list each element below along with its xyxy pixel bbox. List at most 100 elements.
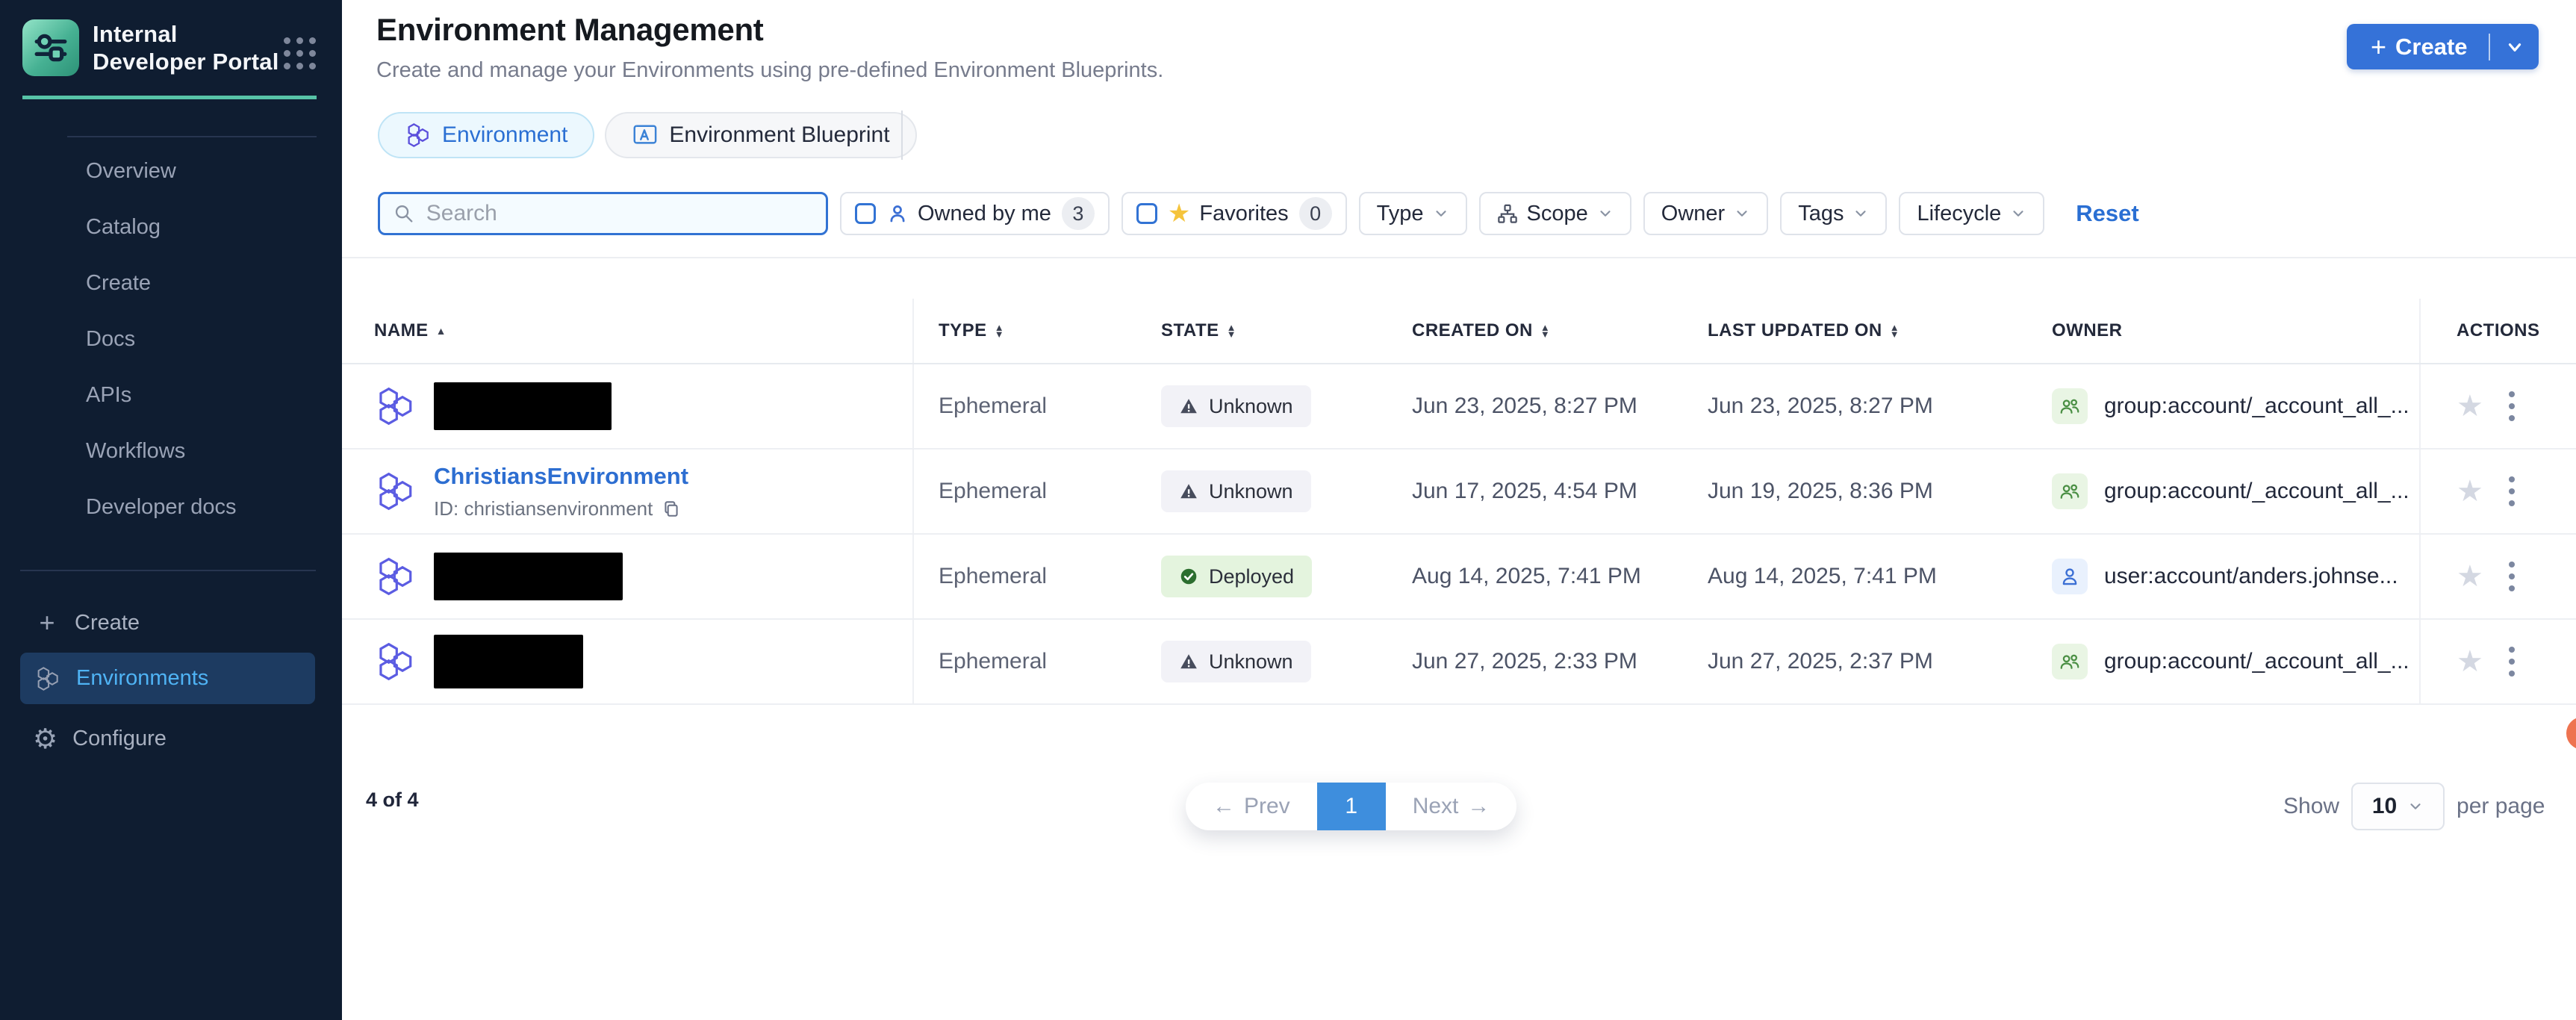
row-menu-icon[interactable]	[2509, 559, 2515, 594]
column-header-created-on[interactable]: CREATED ON ▲▼	[1389, 299, 1684, 363]
sort-asc-icon: ▲	[436, 325, 447, 337]
owner-filter-dropdown[interactable]: Owner	[1643, 192, 1768, 235]
create-button-label: Create	[2395, 34, 2468, 60]
type-filter-dropdown[interactable]: Type	[1359, 192, 1467, 235]
created-on-value: Jun 27, 2025, 2:33 PM	[1412, 649, 1637, 674]
type-value: Ephemeral	[939, 649, 1047, 674]
row-menu-icon[interactable]	[2509, 388, 2515, 424]
tags-filter-dropdown[interactable]: Tags	[1780, 192, 1887, 235]
row-menu-icon[interactable]	[2509, 644, 2515, 680]
warning-icon	[1179, 652, 1198, 671]
type-value: Ephemeral	[939, 564, 1047, 589]
sidebar-item-docs[interactable]: Docs	[0, 311, 342, 367]
table-row[interactable]: Ephemeral Unknown Jun 23, 2025, 8:27 PM …	[342, 364, 2576, 450]
owned-by-me-checkbox[interactable]	[855, 203, 876, 224]
tab-environment-label: Environment	[442, 122, 567, 148]
created-on-value: Jun 17, 2025, 4:54 PM	[1412, 479, 1637, 504]
group-icon	[2052, 644, 2088, 680]
favorite-star-icon[interactable]: ★	[2457, 647, 2483, 677]
tags-filter-label: Tags	[1798, 202, 1844, 226]
last-updated-on-value: Jun 23, 2025, 8:27 PM	[1708, 394, 1933, 419]
sidebar-item-configure[interactable]: ⚙ Configure	[0, 714, 342, 763]
column-header-type[interactable]: TYPE ▲▼	[914, 299, 1138, 363]
search-icon	[393, 202, 414, 225]
next-page-button[interactable]: Next →	[1386, 783, 1517, 830]
status-badge: Unknown	[1161, 385, 1311, 427]
column-header-owner: OWNER	[2028, 299, 2419, 363]
environment-hexagons-icon	[405, 122, 430, 148]
owner-value: group:account/_account_all_...	[2104, 394, 2409, 419]
column-header-state[interactable]: STATE ▲▼	[1138, 299, 1389, 363]
plus-icon: +	[33, 607, 61, 638]
apps-grid-icon[interactable]	[284, 37, 316, 69]
last-updated-on-value: Jun 27, 2025, 2:37 PM	[1708, 649, 1933, 674]
create-button[interactable]: + Create	[2347, 24, 2539, 69]
owner-filter-label: Owner	[1661, 202, 1725, 226]
sidebar-item-environments[interactable]: Environments	[20, 653, 315, 704]
favorite-star-icon[interactable]: ★	[2457, 476, 2483, 506]
favorite-star-icon[interactable]: ★	[2457, 391, 2483, 421]
sidebar-environments-label: Environments	[76, 666, 208, 691]
sidebar-item-catalog[interactable]: Catalog	[0, 199, 342, 255]
app-title: Internal Developer Portal	[93, 20, 281, 75]
scope-filter-label: Scope	[1527, 202, 1588, 226]
chevron-down-icon	[1734, 205, 1750, 222]
environment-hexagons-icon	[374, 386, 414, 426]
page-subtitle: Create and manage your Environments usin…	[376, 58, 1163, 83]
warning-icon	[1179, 482, 1198, 501]
sidebar-create-button[interactable]: + Create	[0, 597, 342, 648]
column-header-name[interactable]: NAME ▲	[342, 299, 914, 363]
copy-icon[interactable]	[662, 499, 681, 518]
last-updated-on-value: Aug 14, 2025, 7:41 PM	[1708, 564, 1937, 589]
page-size-select[interactable]: 10	[2351, 783, 2445, 830]
sidebar-item-workflows[interactable]: Workflows	[0, 423, 342, 479]
table-row[interactable]: Ephemeral Unknown Jun 27, 2025, 2:33 PM …	[342, 620, 2576, 705]
sidebar-accent-divider	[22, 96, 317, 99]
redacted-environment-name	[434, 382, 612, 430]
chevron-down-icon[interactable]	[2505, 37, 2524, 57]
environment-id: ID: christiansenvironment	[434, 497, 653, 520]
button-divider	[2489, 34, 2490, 60]
table-row[interactable]: ChristiansEnvironment ID: christiansenvi…	[342, 450, 2576, 535]
star-icon: ★	[1168, 201, 1190, 226]
tab-environment-blueprint[interactable]: Environment Blueprint	[605, 112, 916, 158]
search-input[interactable]	[425, 200, 812, 227]
table-row[interactable]: Ephemeral Deployed Aug 14, 2025, 7:41 PM…	[342, 535, 2576, 620]
status-label: Unknown	[1209, 650, 1293, 674]
status-label: Unknown	[1209, 480, 1293, 503]
status-label: Unknown	[1209, 395, 1293, 418]
warning-icon	[1179, 397, 1198, 416]
table-header-row: NAME ▲ TYPE ▲▼ STATE ▲▼ CREATED ON ▲▼ LA…	[342, 299, 2576, 364]
created-on-value: Jun 23, 2025, 8:27 PM	[1412, 394, 1637, 419]
favorite-star-icon[interactable]: ★	[2457, 562, 2483, 591]
tabs-divider	[901, 111, 903, 160]
tab-environment[interactable]: Environment	[378, 112, 594, 158]
reset-filters-button[interactable]: Reset	[2076, 200, 2138, 227]
column-header-last-updated-on[interactable]: LAST UPDATED ON ▲▼	[1684, 299, 2028, 363]
sidebar-item-developer-docs[interactable]: Developer docs	[0, 479, 342, 535]
lifecycle-filter-dropdown[interactable]: Lifecycle	[1899, 192, 2044, 235]
row-menu-icon[interactable]	[2509, 473, 2515, 509]
search-box	[378, 192, 828, 235]
sidebar-item-overview[interactable]: Overview	[0, 143, 342, 199]
sidebar-item-apis[interactable]: APIs	[0, 367, 342, 423]
current-page-button[interactable]: 1	[1317, 783, 1386, 830]
environment-name-link[interactable]: ChristiansEnvironment	[434, 463, 688, 490]
favorites-checkbox[interactable]	[1136, 203, 1157, 224]
favorites-count-badge: 0	[1299, 197, 1332, 230]
scope-filter-dropdown[interactable]: Scope	[1479, 192, 1631, 235]
environments-hexagons-icon	[34, 666, 60, 691]
owned-by-me-count-badge: 3	[1062, 197, 1095, 230]
lifecycle-filter-label: Lifecycle	[1917, 202, 2001, 226]
sort-icon: ▲▼	[1540, 324, 1550, 338]
page-size-controls: Show 10 per page	[2283, 783, 2545, 830]
sidebar-configure-label: Configure	[72, 727, 167, 751]
sidebar-item-create[interactable]: Create	[0, 255, 342, 311]
help-bubble-button[interactable]	[2566, 717, 2576, 750]
sidebar-nav: Overview Catalog Create Docs APIs Workfl…	[0, 143, 342, 535]
prev-page-button[interactable]: ← Prev	[1186, 783, 1317, 830]
chevron-down-icon	[1433, 205, 1449, 222]
favorites-filter[interactable]: ★ Favorites 0	[1121, 192, 1347, 235]
owned-by-me-filter[interactable]: Owned by me 3	[840, 192, 1110, 235]
column-header-actions: ACTIONS	[2419, 299, 2576, 363]
